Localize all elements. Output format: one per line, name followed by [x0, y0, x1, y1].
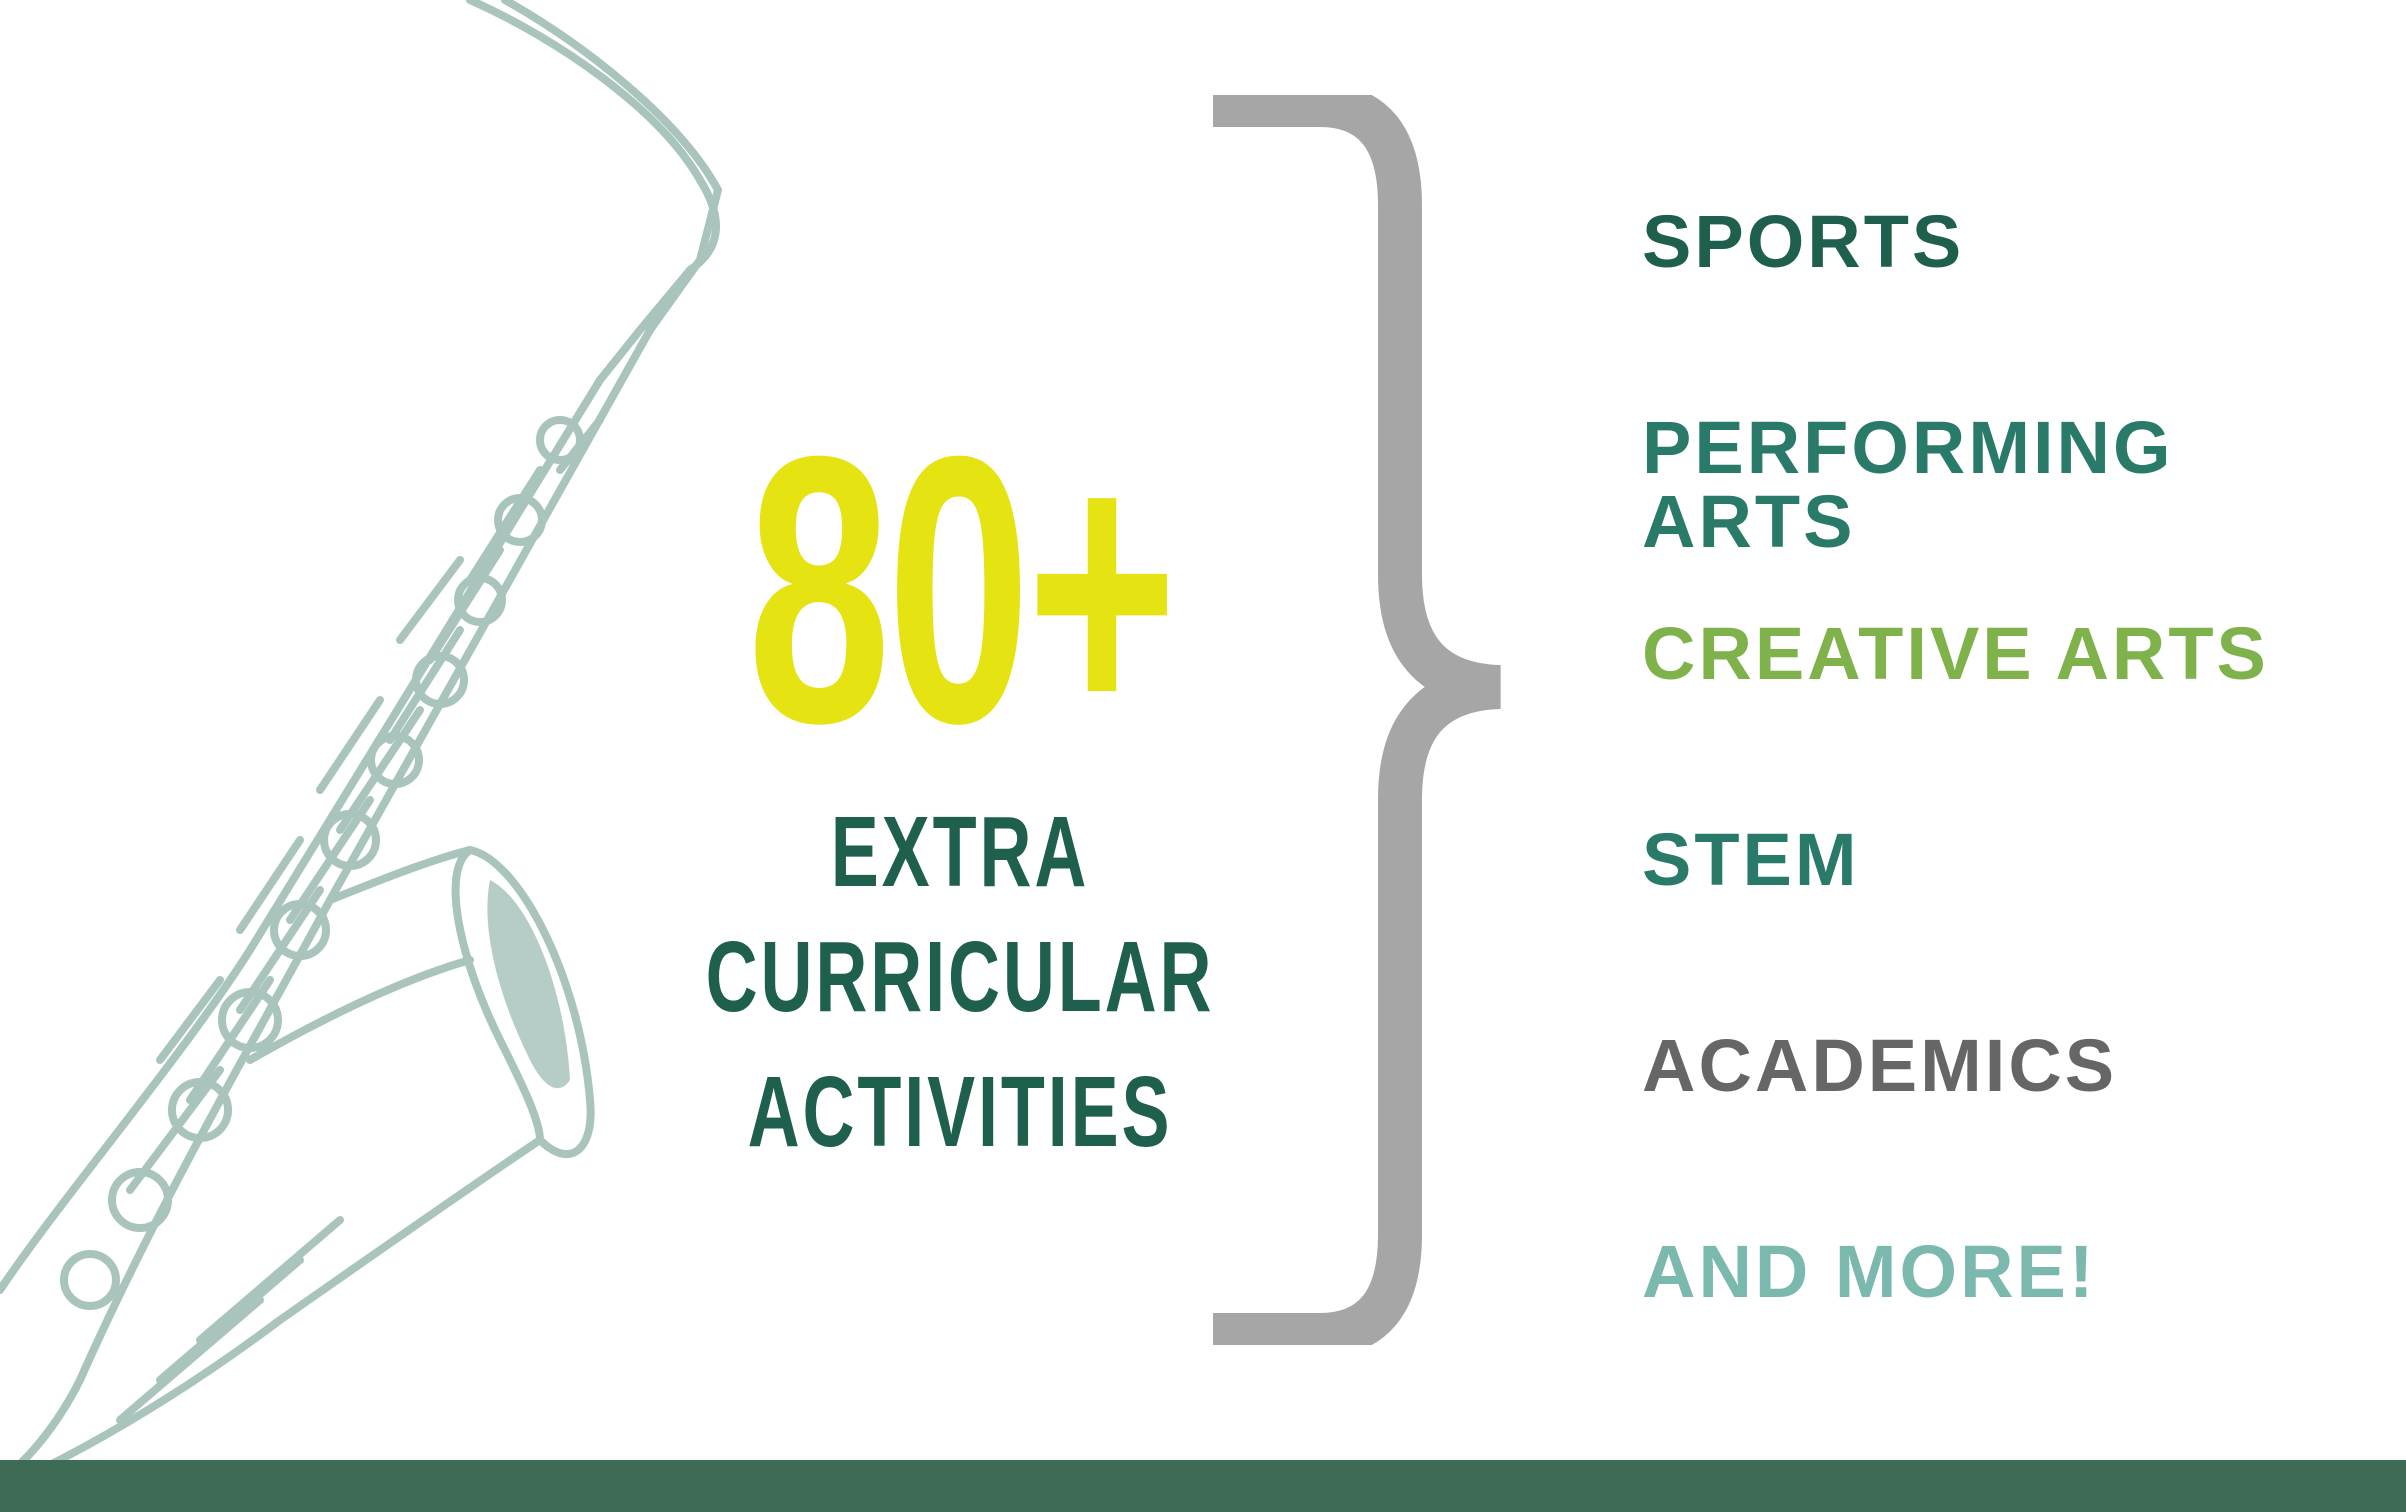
- activity-count-number: 80+: [746, 377, 1177, 802]
- category-label: PERFORMING ARTS: [1642, 406, 2174, 563]
- category-label: STEM: [1642, 818, 1860, 901]
- category-label: AND MORE!: [1642, 1230, 2097, 1313]
- category-label: SPORTS: [1642, 200, 1965, 283]
- category-label: CREATIVE ARTS: [1642, 612, 2269, 695]
- footer-bar: [0, 1460, 2406, 1512]
- category-item: PERFORMING ARTS: [1642, 411, 2406, 617]
- category-list: SPORTS PERFORMING ARTS CREATIVE ARTS STE…: [1642, 205, 2406, 1441]
- category-item: STEM: [1642, 823, 2406, 1029]
- category-item: ACADEMICS: [1642, 1029, 2406, 1235]
- curly-brace: [1213, 95, 1502, 1345]
- category-item: CREATIVE ARTS: [1642, 617, 2406, 823]
- category-label: ACADEMICS: [1642, 1024, 2118, 1107]
- category-item: SPORTS: [1642, 205, 2406, 411]
- activity-caption-line2: ACTIVITIES: [747, 1056, 1173, 1168]
- category-item: AND MORE!: [1642, 1235, 2406, 1441]
- activity-caption-line1: EXTRA CURRICULAR: [705, 796, 1215, 1033]
